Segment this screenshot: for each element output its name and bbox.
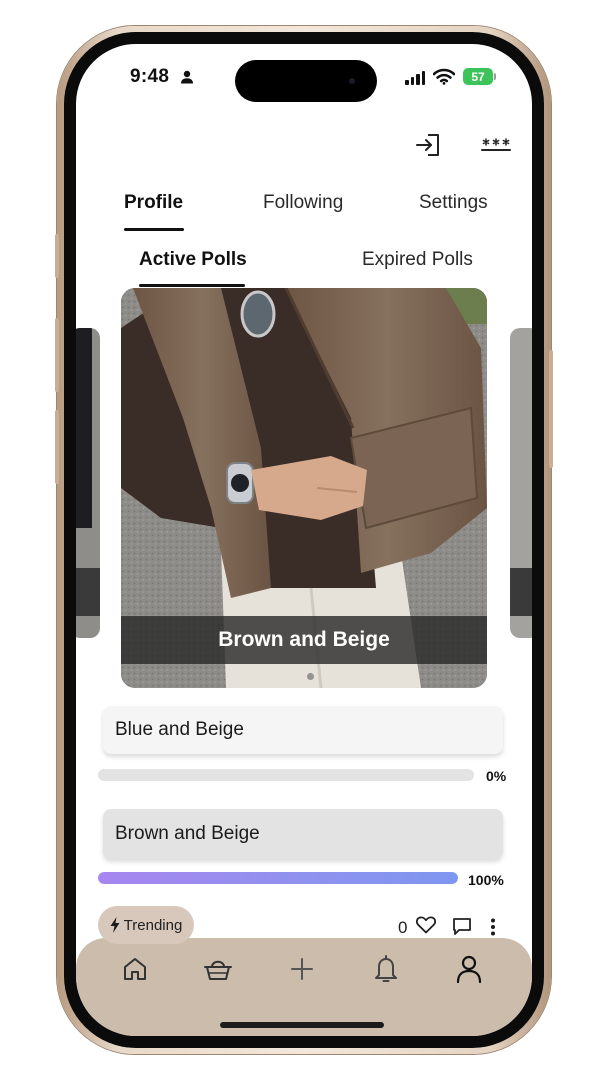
password-menu-button[interactable]	[478, 130, 514, 160]
tab-settings[interactable]: Settings	[419, 192, 488, 214]
home-icon	[124, 958, 146, 980]
like-count: 0	[398, 918, 408, 937]
comment-button[interactable]	[452, 917, 472, 941]
power-button	[549, 350, 553, 468]
tab-profile[interactable]: Profile	[124, 192, 183, 214]
cellular-signal-icon	[405, 71, 425, 85]
wifi-icon	[433, 68, 455, 85]
next-poll-card[interactable]	[510, 328, 532, 638]
nav-create[interactable]	[284, 952, 320, 986]
more-vertical-icon	[491, 918, 495, 936]
active-subtab-indicator	[139, 284, 245, 287]
dynamic-island	[235, 60, 377, 102]
poll-option-1-percent: 0%	[486, 768, 507, 784]
battery-indicator: 57	[463, 68, 493, 85]
poll-card[interactable]: Brown and Beige	[121, 288, 487, 688]
battery-tip	[494, 73, 496, 80]
volume-down-button	[55, 410, 59, 484]
tab-expired-polls[interactable]: Expired Polls	[362, 249, 473, 271]
poll-option-progress-fill	[98, 872, 458, 884]
sign-in-icon	[416, 134, 439, 156]
nav-profile[interactable]	[451, 952, 487, 986]
trending-badge[interactable]: Trending	[98, 906, 194, 944]
app-screen: 9:48 57 Profile Following Settings Activ…	[76, 44, 532, 1036]
bell-icon	[375, 955, 397, 982]
poll-image-caption: Brown and Beige	[121, 616, 487, 664]
poll-option-2-progress	[98, 872, 458, 884]
poll-option-1-progress	[98, 769, 474, 781]
battery-level: 57	[471, 69, 485, 84]
poll-option-1[interactable]: Blue and Beige	[103, 706, 503, 754]
more-options-button[interactable]	[489, 918, 497, 941]
nav-notifications[interactable]	[368, 952, 404, 986]
status-time: 9:48	[130, 66, 170, 87]
volume-up-button	[55, 318, 59, 392]
sign-in-button[interactable]	[412, 130, 444, 160]
user-icon	[456, 955, 482, 984]
basket-icon	[204, 960, 232, 980]
poll-option-label: Blue and Beige	[115, 719, 244, 740]
action-button	[55, 234, 59, 278]
poll-option-2-percent: 100%	[468, 872, 504, 888]
like-button[interactable]	[415, 916, 437, 939]
home-indicator	[220, 1022, 384, 1028]
plus-icon	[291, 958, 313, 980]
poll-option-2[interactable]: Brown and Beige	[103, 809, 503, 859]
poll-option-label: Brown and Beige	[115, 823, 260, 844]
comment-icon	[453, 918, 471, 935]
tab-following[interactable]: Following	[263, 192, 343, 214]
lightning-icon	[110, 917, 120, 933]
previous-poll-card[interactable]	[76, 328, 100, 638]
heart-icon	[415, 916, 437, 934]
carousel-page-dot	[307, 673, 314, 680]
nav-shop[interactable]	[200, 952, 236, 986]
bottom-navigation-bar	[76, 938, 532, 1036]
tab-active-polls[interactable]: Active Polls	[139, 249, 247, 271]
trending-label: Trending	[123, 916, 183, 934]
person-fill-icon	[181, 70, 193, 84]
nav-home[interactable]	[117, 952, 153, 986]
password-dots-icon	[481, 138, 511, 151]
active-tab-indicator	[124, 228, 184, 231]
